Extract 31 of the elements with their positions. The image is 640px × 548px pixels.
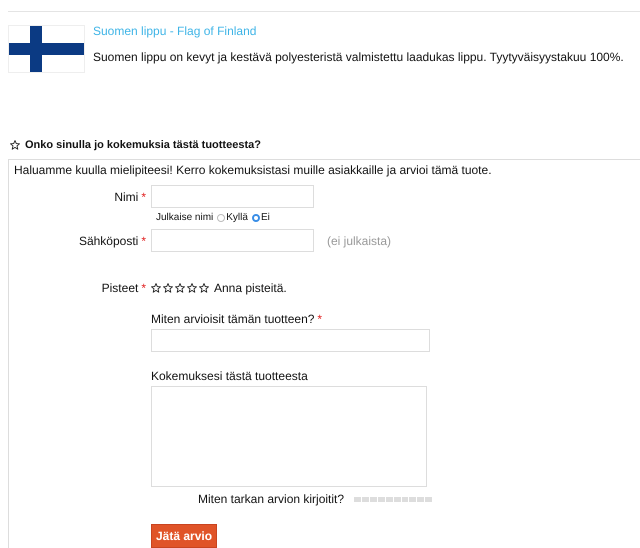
field-label: Miten arvioisit tämän tuotteen?	[151, 312, 314, 326]
submit-button[interactable]: Jätä arvio	[151, 524, 218, 548]
field-label: Kokemuksesi tästä tuotteesta	[151, 369, 308, 383]
required-mark: *	[317, 312, 322, 326]
star-rating[interactable]	[151, 283, 209, 293]
intro-text: Haluamme kuulla mielipiteesi! Kerro kokemuksistasi muille asiakkaille ja arvioi tämä tuote.	[14, 163, 493, 177]
name-field[interactable]	[151, 185, 314, 208]
required-mark: *	[141, 234, 146, 248]
star-icon	[10, 140, 20, 150]
required-mark: *	[141, 190, 146, 204]
summary-field[interactable]	[151, 329, 430, 352]
field-note: (ei julkaista)	[327, 234, 392, 248]
product-description: Suomen lippu on kevyt ja kestävä polyesteristä valmistettu laadukas lippu. Tyytyväisyystakuu 100%.	[93, 50, 624, 64]
radio-label[interactable]: Kyllä	[226, 212, 248, 223]
rating-hint: Anna pisteitä.	[214, 281, 287, 295]
star-icon[interactable]	[175, 283, 185, 293]
option-label: Julkaise nimi	[156, 212, 214, 223]
star-icon[interactable]	[151, 283, 161, 293]
field-label: Pisteet	[102, 281, 138, 295]
field-label: Sähköposti	[78, 234, 138, 248]
radio-button[interactable]	[252, 214, 260, 222]
email-field[interactable]	[151, 229, 314, 252]
required-mark: *	[141, 281, 146, 295]
meter-label: Miten tarkan arvion kirjoitit?	[198, 492, 344, 506]
star-icon[interactable]	[199, 283, 209, 293]
field-label: Nimi	[114, 190, 138, 204]
radio-button[interactable]	[217, 214, 226, 222]
star-icon[interactable]	[187, 283, 197, 293]
star-icon[interactable]	[163, 283, 173, 293]
section-heading: Onko sinulla jo kokemuksia tästä tuotteesta?	[25, 139, 261, 151]
radio-label[interactable]: Ei	[260, 212, 270, 223]
